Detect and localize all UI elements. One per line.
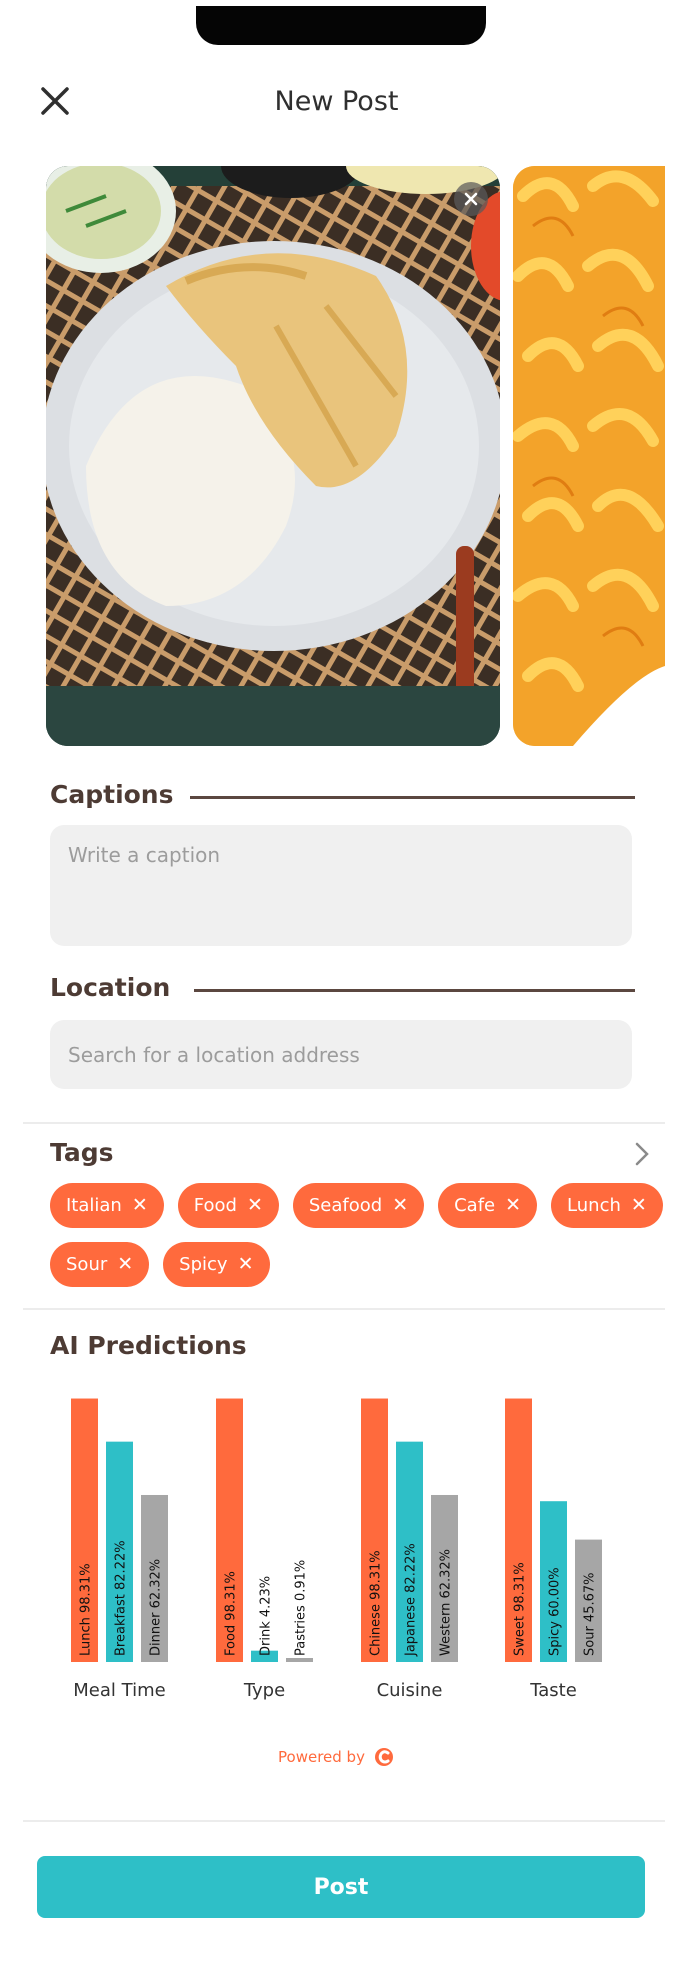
bar-data-label: Japanese 82.22% <box>404 1543 419 1657</box>
photo-2[interactable] <box>513 166 665 746</box>
chart-bar <box>286 1658 313 1662</box>
tag-chip[interactable]: Italian ✕ <box>50 1183 164 1228</box>
tag-label: Sour <box>66 1254 108 1275</box>
bar-data-label: Drink 4.23% <box>259 1576 274 1656</box>
tag-chip[interactable]: Lunch ✕ <box>551 1183 663 1228</box>
chevron-right-icon[interactable] <box>632 1140 652 1168</box>
remove-tag-icon[interactable]: ✕ <box>132 1196 148 1215</box>
post-button[interactable]: Post <box>37 1856 645 1918</box>
remove-tag-icon[interactable]: ✕ <box>631 1196 647 1215</box>
ai-predictions-label: AI Predictions <box>50 1331 263 1360</box>
device-notch <box>196 6 486 45</box>
category-label: Cuisine <box>377 1680 443 1701</box>
bar-data-label: Dinner 62.32% <box>149 1559 164 1656</box>
remove-tag-icon[interactable]: ✕ <box>247 1196 263 1215</box>
bar-data-label: Sour 45.67% <box>583 1573 598 1657</box>
section-divider <box>23 1122 665 1124</box>
ai-predictions-chart: Lunch 98.31% Breakfast 82.22% Dinner 62.32… <box>71 1398 602 1701</box>
tag-label: Lunch <box>567 1195 621 1216</box>
category-label: Taste <box>529 1680 577 1701</box>
bar-data-label: Spicy 60.00% <box>548 1567 563 1656</box>
bar-data-label: Western 62.32% <box>439 1549 454 1656</box>
captions-divider-line <box>185 796 635 799</box>
tag-label: Italian <box>66 1195 122 1216</box>
close-icon <box>464 192 478 206</box>
captions-label: Captions <box>50 780 190 809</box>
brand-logo-icon <box>374 1748 393 1766</box>
powered-by: Powered by <box>0 1746 673 1768</box>
tag-label: Seafood <box>308 1195 383 1216</box>
bar-data-label: Chinese 98.31% <box>369 1550 384 1656</box>
powered-by-text: Powered by <box>278 1748 365 1766</box>
bar-data-label: Lunch 98.31% <box>79 1563 94 1656</box>
category-label: Type <box>243 1680 285 1701</box>
location-search-input[interactable] <box>50 1020 632 1089</box>
bar-data-label: Breakfast 82.22% <box>114 1540 129 1656</box>
tag-label: Cafe <box>454 1195 496 1216</box>
mac-and-cheese-photo <box>513 166 665 746</box>
remove-tag-icon[interactable]: ✕ <box>505 1196 521 1215</box>
remove-photo-button[interactable] <box>454 182 488 216</box>
remove-tag-icon[interactable]: ✕ <box>117 1255 133 1274</box>
section-divider <box>23 1308 665 1310</box>
bar-data-label: Food 98.31% <box>224 1571 239 1656</box>
page-title: New Post <box>274 86 399 117</box>
photo-1[interactable] <box>46 166 500 746</box>
bar-data-label: Sweet 98.31% <box>513 1562 528 1656</box>
tag-chip[interactable]: Cafe ✕ <box>438 1183 538 1228</box>
section-divider <box>23 1820 665 1822</box>
location-label: Location <box>50 973 187 1002</box>
category-label: Meal Time <box>73 1680 165 1701</box>
tag-chip[interactable]: Spicy ✕ <box>163 1242 270 1287</box>
tag-chip[interactable]: Food ✕ <box>177 1183 279 1228</box>
caption-input[interactable] <box>50 825 632 946</box>
tags-label: Tags <box>50 1138 130 1167</box>
tag-chip[interactable]: Seafood ✕ <box>292 1183 425 1228</box>
remove-tag-icon[interactable]: ✕ <box>392 1196 408 1215</box>
tag-label: Food <box>193 1195 237 1216</box>
tag-chip[interactable]: Sour ✕ <box>50 1242 150 1287</box>
tag-label: Spicy <box>179 1254 228 1275</box>
tag-list: Italian ✕ Food ✕ Seafood ✕ Cafe ✕ Lunch … <box>50 1183 663 1301</box>
location-divider-line <box>194 989 635 992</box>
bar-data-label: Pastries 0.91% <box>294 1560 309 1656</box>
chicken-rice-photo <box>46 166 500 746</box>
remove-tag-icon[interactable]: ✕ <box>238 1255 254 1274</box>
